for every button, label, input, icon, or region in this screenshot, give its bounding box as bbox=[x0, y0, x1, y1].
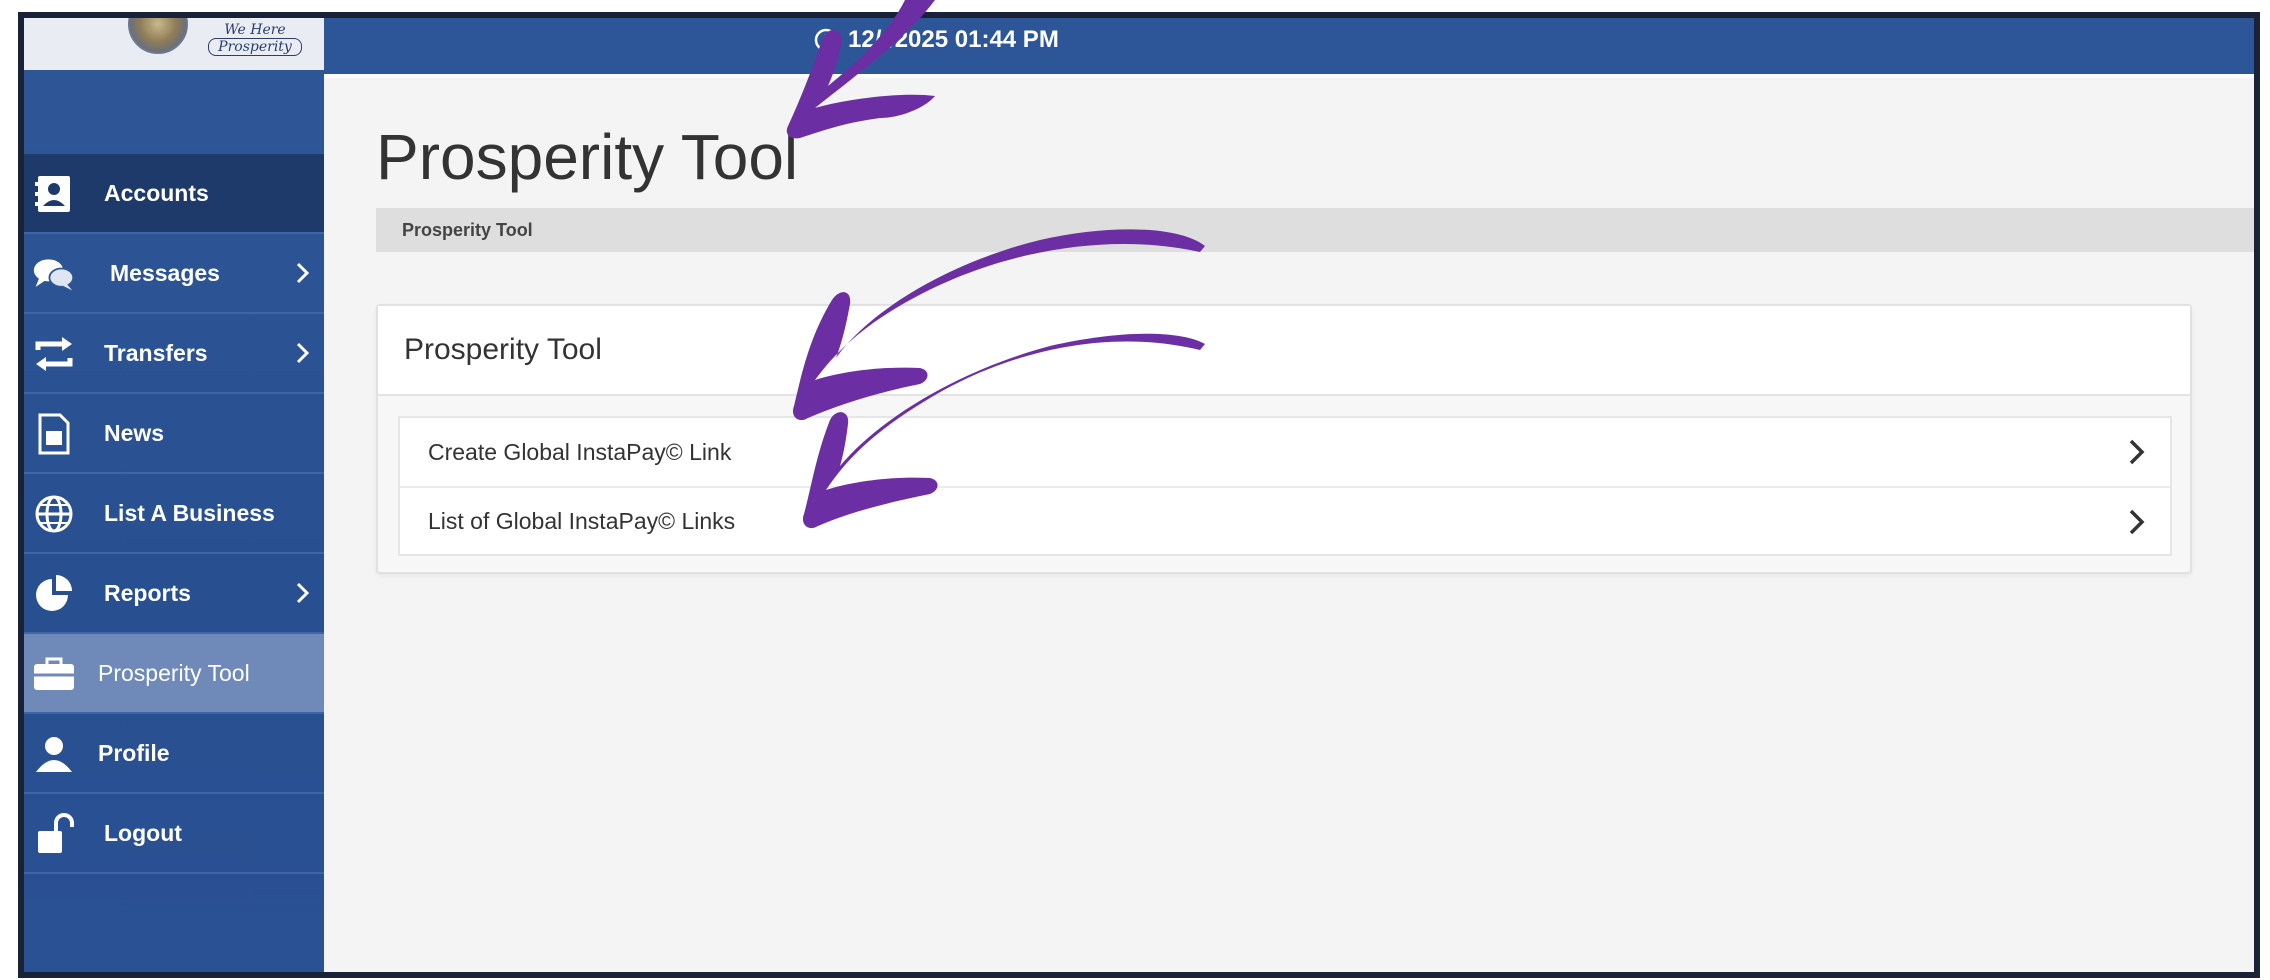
sidebar-item-logout[interactable]: Logout bbox=[24, 794, 324, 874]
globe-icon bbox=[32, 494, 76, 534]
logo-line2: Prosperity bbox=[208, 38, 302, 56]
sidebar-item-list-a-business[interactable]: List A Business bbox=[24, 474, 324, 554]
breadcrumb-item[interactable]: Prosperity Tool bbox=[402, 220, 533, 241]
sidebar-item-label: Logout bbox=[104, 819, 182, 846]
transfer-arrows-icon bbox=[32, 334, 76, 374]
panel-header: Prosperity Tool bbox=[378, 306, 2190, 396]
sidebar-item-label: News bbox=[104, 419, 165, 446]
sidebar-nav: Accounts Messages Transfers News List A … bbox=[24, 154, 324, 874]
logo[interactable]: We Here Prosperity bbox=[24, 18, 324, 70]
sidebar-item-label: Reports bbox=[104, 579, 191, 606]
list-item-label: Create Global InstaPay© Link bbox=[428, 438, 732, 465]
logo-line1: We Here bbox=[224, 22, 286, 38]
sidebar-item-label: Prosperity Tool bbox=[98, 659, 250, 686]
page-title: Prosperity Tool bbox=[376, 121, 799, 193]
sidebar-item-transfers[interactable]: Transfers bbox=[24, 314, 324, 394]
chevron-right-icon bbox=[2128, 438, 2146, 472]
pie-chart-icon bbox=[32, 574, 76, 614]
chat-bubbles-icon bbox=[32, 254, 76, 294]
list-of-global-instapay-links[interactable]: List of Global InstaPay© Links bbox=[400, 486, 2170, 554]
sidebar-item-label: Transfers bbox=[104, 339, 208, 366]
sidebar-item-label: Profile bbox=[98, 739, 170, 766]
sidebar-item-news[interactable]: News bbox=[24, 394, 324, 474]
main-content: Prosperity Tool Prosperity Tool Prosperi… bbox=[324, 74, 2254, 972]
address-book-icon bbox=[32, 174, 76, 214]
chevron-right-icon bbox=[2128, 508, 2146, 542]
sidebar-item-accounts[interactable]: Accounts bbox=[24, 154, 324, 234]
list-item-label: List of Global InstaPay© Links bbox=[428, 507, 736, 534]
sidebar-item-label: Messages bbox=[110, 259, 220, 286]
app-window: We Here Prosperity Accounts Messages Tra… bbox=[18, 12, 2260, 978]
sidebar-item-prosperity-tool[interactable]: Prosperity Tool bbox=[24, 634, 324, 714]
sidebar-item-reports[interactable]: Reports bbox=[24, 554, 324, 634]
session-time: 12/ /2025 01:44 PM bbox=[814, 18, 1059, 62]
unlocked-padlock-icon bbox=[32, 813, 76, 854]
breadcrumb: Prosperity Tool bbox=[376, 208, 2254, 252]
briefcase-icon bbox=[32, 654, 76, 694]
clock-icon bbox=[814, 28, 838, 52]
sidebar-item-label: Accounts bbox=[104, 179, 209, 206]
sidebar-item-messages[interactable]: Messages bbox=[24, 234, 324, 314]
chevron-right-icon bbox=[296, 314, 310, 392]
document-icon bbox=[32, 413, 76, 455]
chevron-right-icon bbox=[296, 234, 310, 312]
seal-icon bbox=[128, 18, 188, 54]
panel-link-list: Create Global InstaPay© Link List of Glo… bbox=[398, 416, 2172, 556]
sidebar-item-label: List A Business bbox=[104, 499, 275, 526]
create-global-instapay-link[interactable]: Create Global InstaPay© Link bbox=[400, 418, 2170, 486]
sidebar-item-profile[interactable]: Profile bbox=[24, 714, 324, 794]
session-time-text: 12/ /2025 01:44 PM bbox=[848, 26, 1059, 53]
top-bar: 12/ /2025 01:44 PM bbox=[324, 18, 2254, 74]
chevron-right-icon bbox=[296, 554, 310, 632]
user-icon bbox=[32, 734, 76, 774]
sidebar: We Here Prosperity Accounts Messages Tra… bbox=[24, 18, 324, 972]
prosperity-tool-panel: Prosperity Tool Create Global InstaPay© … bbox=[376, 304, 2192, 574]
